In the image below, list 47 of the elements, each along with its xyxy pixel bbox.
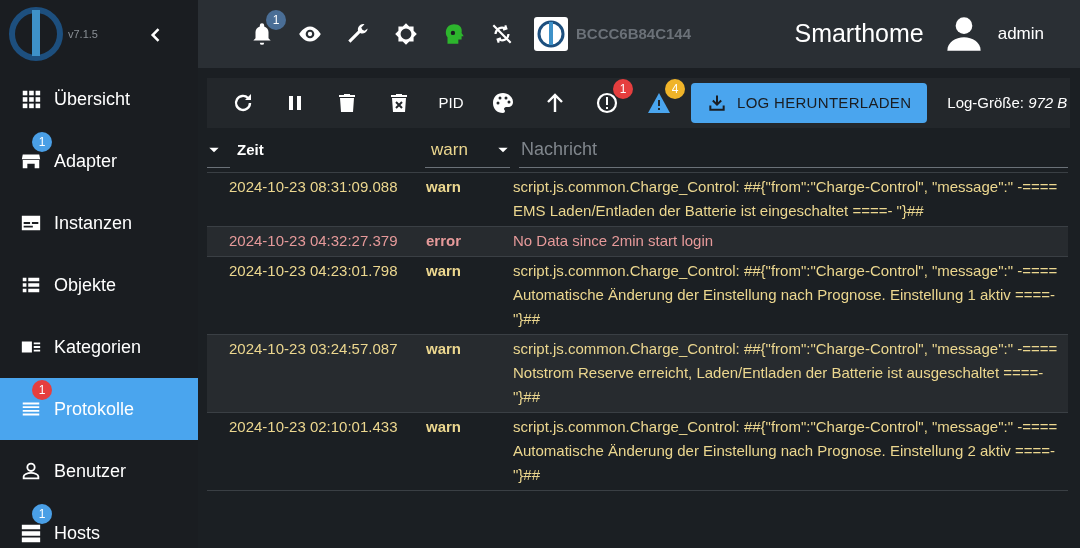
log-level: warn: [425, 261, 462, 281]
log-level: warn: [425, 177, 462, 197]
download-icon: [707, 93, 727, 113]
warning-icon: [647, 91, 671, 115]
host-logo-icon: [534, 17, 568, 51]
host-name: BCCC6B84C144: [576, 23, 692, 44]
column-header: Zeit: [236, 139, 264, 160]
count-badge: 1: [32, 380, 52, 400]
sidebar-item[interactable]: Adapter 1: [0, 130, 198, 192]
count-badge: 1: [266, 10, 286, 30]
sidebar-item[interactable]: Kategorien: [0, 316, 198, 378]
error-icon: [595, 91, 619, 115]
pid-button[interactable]: PID: [425, 83, 477, 123]
log-time: 2024-10-23 03:24:57.087: [228, 339, 399, 359]
count-badge: 1: [32, 504, 52, 524]
sidebar-item[interactable]: Instanzen: [0, 192, 198, 254]
log-message: No Data since 2min start login: [513, 231, 715, 251]
log-time: 2024-10-23 04:23:01.798: [228, 261, 399, 281]
app-title: Smarthome: [794, 18, 924, 50]
person-icon: [20, 460, 42, 482]
log-message: script.js.common.Charge_Control: ##{"from":"Charge-Control", "message":" -==== EMS Laden/Entladen der Batterie ist eingeschaltet ====- "}##: [513, 177, 1059, 221]
log-time: 2024-10-23 08:31:09.088: [228, 177, 399, 197]
sidebar-item[interactable]: Benutzer: [0, 440, 198, 502]
sidebar-item[interactable]: Protokolle 1: [0, 378, 198, 440]
log-time: 2024-10-23 04:32:27.379: [228, 231, 399, 251]
server-icon: [20, 522, 42, 544]
palette-icon: [491, 91, 515, 115]
log-level: warn: [425, 417, 462, 437]
sidebar-item[interactable]: Hosts 1: [0, 502, 198, 548]
settings-icon: [393, 21, 419, 47]
log-size-label: Log-Größe: 972 B: [947, 92, 1068, 113]
message-filter-field[interactable]: Nachricht: [519, 132, 1068, 168]
count-badge: 4: [665, 79, 685, 99]
log-message: script.js.common.Charge_Control: ##{"from":"Charge-Control", "message":" -==== Automatische Änderung der Einstellung nach Prognose. Einstellung 2 aktiv ====- "}##: [513, 417, 1059, 485]
log-level: error: [425, 231, 463, 251]
sidebar-item[interactable]: Übersicht: [0, 68, 198, 130]
grid-icon: [20, 88, 42, 110]
user-name: admin: [997, 23, 1044, 46]
logo-icon[interactable]: [8, 6, 64, 62]
log-time: 2024-10-23 02:10:01.433: [228, 417, 399, 437]
count-badge: 1: [32, 132, 52, 152]
download-log-button[interactable]: LOG HERUNTERLADEN: [691, 83, 928, 123]
version-label: v7.1.5: [68, 26, 98, 42]
count-badge: 1: [613, 79, 633, 99]
level-select[interactable]: warn: [425, 132, 510, 168]
sidebar-item[interactable]: Objekte: [0, 254, 198, 316]
log-level: warn: [425, 339, 462, 359]
